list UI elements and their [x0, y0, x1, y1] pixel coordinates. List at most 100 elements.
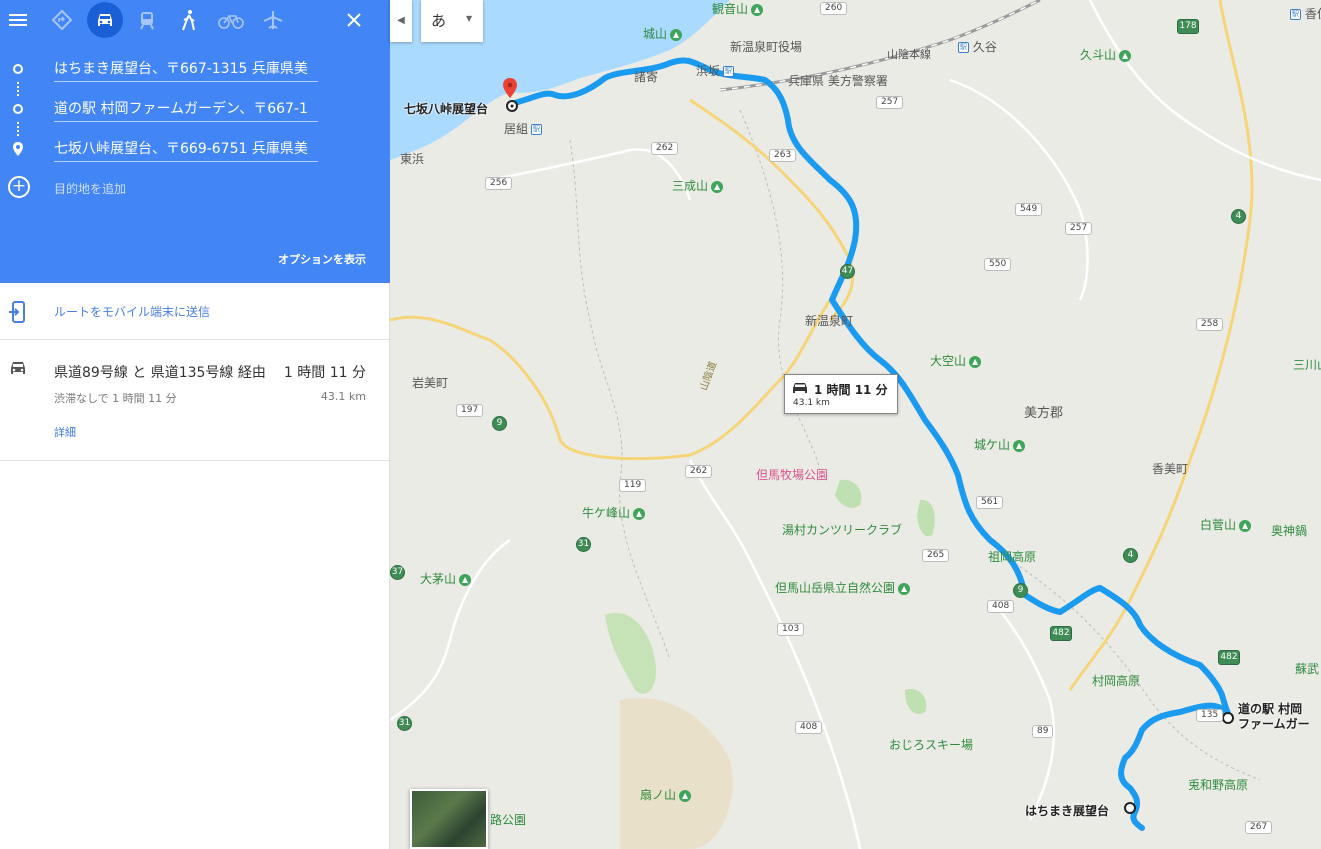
dropdown-arrow-icon: ▼ [466, 14, 473, 23]
send-to-mobile-button[interactable]: ルートをモバイル端末に送信 [0, 283, 390, 340]
add-destination-label: 目的地を追加 [54, 182, 127, 196]
road-shield: 37 [390, 565, 405, 580]
road-shield: 4 [1123, 548, 1138, 563]
place-uwanoko: 兎和野高原 [1188, 778, 1249, 792]
walking-mode-icon[interactable] [171, 2, 207, 38]
route-time: 1 時間 11 分 [283, 365, 366, 381]
mountain-icon: ▲ [633, 507, 646, 520]
start-marker-label: はちまき展望台 [1025, 804, 1110, 818]
send-to-mobile-label: ルートをモバイル端末に送信 [54, 305, 211, 319]
mountain-icon: ▲ [679, 789, 692, 802]
route-option-card[interactable]: 県道89号線 と 県道135号線 経由 1 時間 11 分 渋滞なしで 1 時間… [0, 340, 390, 461]
place-jogasan: 城ケ山 ▲ [974, 436, 1026, 453]
midpoint-marker-label: 道の駅 村岡 ファームガー [1238, 702, 1310, 731]
mountain-icon: ▲ [1119, 49, 1132, 62]
road [390, 538, 511, 722]
destination-pin-icon[interactable] [503, 78, 517, 98]
mountain-icon: ▲ [969, 355, 982, 368]
waypoint-start-input[interactable]: はちまき展望台、〒667-1315 兵庫県美 [54, 58, 318, 82]
ime-char: あ [431, 12, 447, 30]
place-shinonsen: 新温泉町 [805, 314, 854, 328]
car-mode-icon[interactable] [87, 2, 123, 38]
place-iwami: 岩美町 [412, 376, 449, 390]
place-higashihama: 東浜 [400, 152, 425, 166]
place-mikata: 美方郡 [1024, 406, 1064, 421]
start-marker[interactable] [1124, 802, 1136, 814]
waypoint-start: はちまき展望台、〒667-1315 兵庫県美 [0, 52, 390, 86]
station-icon: 駅 [723, 66, 735, 77]
road [689, 98, 855, 322]
route-time-callout[interactable]: 1 時間 11 分 43.1 km [784, 374, 898, 414]
mountain-icon: ▲ [751, 3, 764, 16]
place-shirasugasan: 白菅山 ▲ [1200, 516, 1252, 533]
send-to-phone-icon [9, 301, 25, 323]
waypoint-destination-input[interactable]: 七坂八峠展望台、〒669-6751 兵庫県美 [54, 138, 318, 162]
route-line[interactable] [507, 57, 1233, 831]
mountain-icon: ▲ [459, 573, 472, 586]
transit-mode-icon[interactable] [129, 2, 165, 38]
place-kyutosan: 久斗山 ▲ [1080, 46, 1132, 63]
road-shield: 482 [1218, 650, 1240, 665]
place-ozorasan: 大空山 ▲ [930, 352, 982, 369]
waypoint-dot-icon [13, 64, 23, 74]
road-shield: 550 [984, 258, 1012, 271]
place-tajima-park: 但馬山岳県立自然公園 ▲ [775, 579, 911, 596]
place-shirosan: 城山 ▲ [643, 25, 683, 42]
end-marker[interactable] [506, 100, 518, 112]
bicycle-mode-icon[interactable] [213, 2, 249, 38]
route-details-link[interactable]: 詳細 [54, 424, 76, 440]
road-shield: 262 [651, 142, 679, 155]
place-soutake: 蘇武 [1295, 662, 1320, 676]
highland-area [620, 698, 733, 849]
input-method-button[interactable]: あ ▼ [421, 0, 483, 42]
waypoint-destination: 七坂八峠展望台、〒669-6751 兵庫県美 [0, 132, 390, 166]
place-kutani: 駅 久谷 [958, 40, 997, 54]
road-shield: 265 [922, 549, 950, 562]
place-kasumi: 駅 香住 [1290, 7, 1321, 21]
map-canvas[interactable]: 観音山 ▲ 城山 ▲ 新温泉町役場 兵庫県 美方警察署 山陰本線 駅 久谷 久斗山 ▲… [390, 0, 1321, 849]
place-sanseisan: 三成山 ▲ [672, 177, 724, 194]
place-hamasaka: 浜坂駅 [696, 64, 735, 78]
flight-mode-icon[interactable] [255, 2, 291, 38]
station-icon: 駅 [1290, 9, 1301, 20]
road-shield: 31 [397, 716, 412, 731]
destination-pin-icon [13, 142, 23, 156]
place-tajima-farm: 但馬牧場公園 [756, 468, 829, 482]
road-shield: 257 [876, 96, 904, 109]
road [989, 599, 1056, 821]
add-destination-button[interactable]: + 目的地を追加 [8, 176, 308, 200]
road-shield: 482 [1050, 626, 1072, 641]
route-via: 県道89号線 と 県道135号線 経由 [54, 365, 266, 381]
midpoint-marker[interactable] [1222, 712, 1234, 724]
park-area [605, 612, 656, 694]
route-traffic: 渋滞なしで 1 時間 11 分 [54, 392, 177, 405]
car-icon [793, 383, 807, 393]
road-shield: 89 [1032, 725, 1054, 738]
place-ojiro-ski: おじろスキー場 [889, 738, 974, 752]
satellite-layer-toggle[interactable] [410, 789, 488, 849]
mountain-icon: ▲ [1013, 439, 1026, 452]
show-options-button[interactable]: オプションを表示 [278, 251, 366, 267]
station-icon: 駅 [531, 124, 543, 135]
place-mikawa: 三川山 [1293, 358, 1321, 372]
road [1088, 0, 1321, 182]
road-shield: 119 [619, 479, 647, 492]
place-ushigamine: 牛ケ峰山 ▲ [582, 504, 646, 521]
mountain-icon: ▲ [711, 180, 724, 193]
menu-icon[interactable] [0, 2, 36, 38]
road [390, 299, 832, 461]
collapse-panel-button[interactable]: ◀ [390, 0, 412, 42]
road-shield: 260 [820, 2, 848, 15]
place-police: 兵庫県 美方警察署 [788, 74, 888, 88]
close-icon[interactable] [336, 2, 372, 38]
callout-time: 1 時間 11 分 [814, 383, 888, 397]
place-okayasan: 大茅山 ▲ [420, 570, 472, 587]
mountain-icon: ▲ [1239, 519, 1252, 532]
park-area [917, 499, 935, 537]
place-shinonsen-office: 新温泉町役場 [730, 40, 803, 54]
waypoint-middle: 道の駅 村岡ファームガーデン、〒667-1 [0, 92, 390, 126]
park-area [905, 689, 927, 714]
waypoint-middle-input[interactable]: 道の駅 村岡ファームガーデン、〒667-1 [54, 98, 318, 122]
end-marker-label: 七坂八峠展望台 [404, 102, 489, 116]
best-route-icon[interactable] [44, 2, 80, 38]
